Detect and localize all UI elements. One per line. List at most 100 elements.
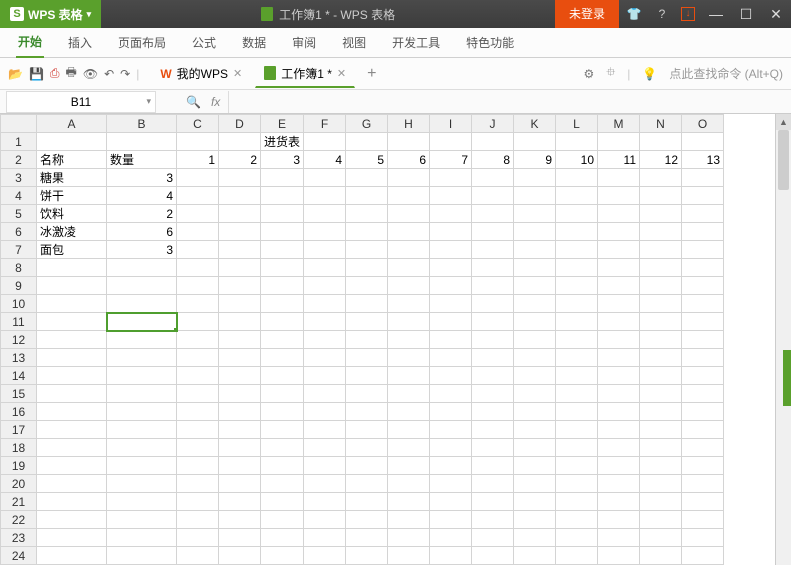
cell-O24[interactable] [682,547,724,565]
cell-A10[interactable] [37,295,107,313]
row-header-13[interactable]: 13 [1,349,37,367]
row-header-9[interactable]: 9 [1,277,37,295]
cell-G11[interactable] [346,313,388,331]
cell-K15[interactable] [514,385,556,403]
col-header-K[interactable]: K [514,115,556,133]
command-search[interactable]: 点此查找命令 (Alt+Q) [669,65,783,82]
cell-O23[interactable] [682,529,724,547]
cell-H6[interactable] [388,223,430,241]
cell-E11[interactable] [261,313,304,331]
cell-H22[interactable] [388,511,430,529]
cell-M17[interactable] [598,421,640,439]
cell-I11[interactable] [430,313,472,331]
row-header-5[interactable]: 5 [1,205,37,223]
cell-C22[interactable] [177,511,219,529]
open-icon[interactable]: 📂 [8,67,23,81]
cell-E18[interactable] [261,439,304,457]
cell-O7[interactable] [682,241,724,259]
cell-M2[interactable]: 11 [598,151,640,169]
cell-O4[interactable] [682,187,724,205]
cell-E6[interactable] [261,223,304,241]
cell-M16[interactable] [598,403,640,421]
help-icon[interactable]: ? [653,7,671,21]
col-header-O[interactable]: O [682,115,724,133]
cell-F21[interactable] [304,493,346,511]
cell-J6[interactable] [472,223,514,241]
cell-O15[interactable] [682,385,724,403]
cell-G22[interactable] [346,511,388,529]
col-header-L[interactable]: L [556,115,598,133]
cell-G10[interactable] [346,295,388,313]
cell-N24[interactable] [640,547,682,565]
cell-M10[interactable] [598,295,640,313]
row-header-8[interactable]: 8 [1,259,37,277]
cell-J16[interactable] [472,403,514,421]
cell-K20[interactable] [514,475,556,493]
cell-F18[interactable] [304,439,346,457]
col-header-C[interactable]: C [177,115,219,133]
cell-F23[interactable] [304,529,346,547]
cell-G13[interactable] [346,349,388,367]
cell-H16[interactable] [388,403,430,421]
save-icon[interactable]: 💾 [29,67,44,81]
tab-layout[interactable]: 页面布局 [116,28,168,57]
cell-A19[interactable] [37,457,107,475]
row-header-4[interactable]: 4 [1,187,37,205]
cell-E3[interactable] [261,169,304,187]
cell-J9[interactable] [472,277,514,295]
cell-D12[interactable] [219,331,261,349]
file-tab-workbook[interactable]: 工作簿1 * ✕ [255,60,355,88]
cell-O11[interactable] [682,313,724,331]
cell-B10[interactable] [107,295,177,313]
cell-E1[interactable]: 进货表 [261,133,304,151]
cell-O14[interactable] [682,367,724,385]
cell-J24[interactable] [472,547,514,565]
cell-N14[interactable] [640,367,682,385]
cell-D6[interactable] [219,223,261,241]
cell-G12[interactable] [346,331,388,349]
cell-K8[interactable] [514,259,556,277]
cell-J5[interactable] [472,205,514,223]
cell-D19[interactable] [219,457,261,475]
cell-N15[interactable] [640,385,682,403]
cell-A22[interactable] [37,511,107,529]
cell-F4[interactable] [304,187,346,205]
cell-G17[interactable] [346,421,388,439]
cell-C4[interactable] [177,187,219,205]
row-header-14[interactable]: 14 [1,367,37,385]
cell-M7[interactable] [598,241,640,259]
cell-B23[interactable] [107,529,177,547]
cell-H18[interactable] [388,439,430,457]
cell-H12[interactable] [388,331,430,349]
cell-G18[interactable] [346,439,388,457]
cell-H23[interactable] [388,529,430,547]
cell-I21[interactable] [430,493,472,511]
login-button[interactable]: 未登录 [555,0,619,28]
cell-B24[interactable] [107,547,177,565]
cell-M1[interactable] [598,133,640,151]
cell-F19[interactable] [304,457,346,475]
cell-D17[interactable] [219,421,261,439]
cell-M21[interactable] [598,493,640,511]
cell-M3[interactable] [598,169,640,187]
col-header-D[interactable]: D [219,115,261,133]
cell-F16[interactable] [304,403,346,421]
cell-A3[interactable]: 糖果 [37,169,107,187]
cell-C11[interactable] [177,313,219,331]
cell-M6[interactable] [598,223,640,241]
cell-O6[interactable] [682,223,724,241]
cell-D22[interactable] [219,511,261,529]
cell-I23[interactable] [430,529,472,547]
print-preview-icon[interactable]: 👁 [83,67,98,81]
cell-O16[interactable] [682,403,724,421]
cell-J11[interactable] [472,313,514,331]
cell-N6[interactable] [640,223,682,241]
tab-special[interactable]: 特色功能 [464,28,516,57]
cell-I2[interactable]: 7 [430,151,472,169]
cell-E14[interactable] [261,367,304,385]
tab-dev[interactable]: 开发工具 [390,28,442,57]
cell-H17[interactable] [388,421,430,439]
cell-F17[interactable] [304,421,346,439]
col-header-E[interactable]: E [261,115,304,133]
cell-F13[interactable] [304,349,346,367]
